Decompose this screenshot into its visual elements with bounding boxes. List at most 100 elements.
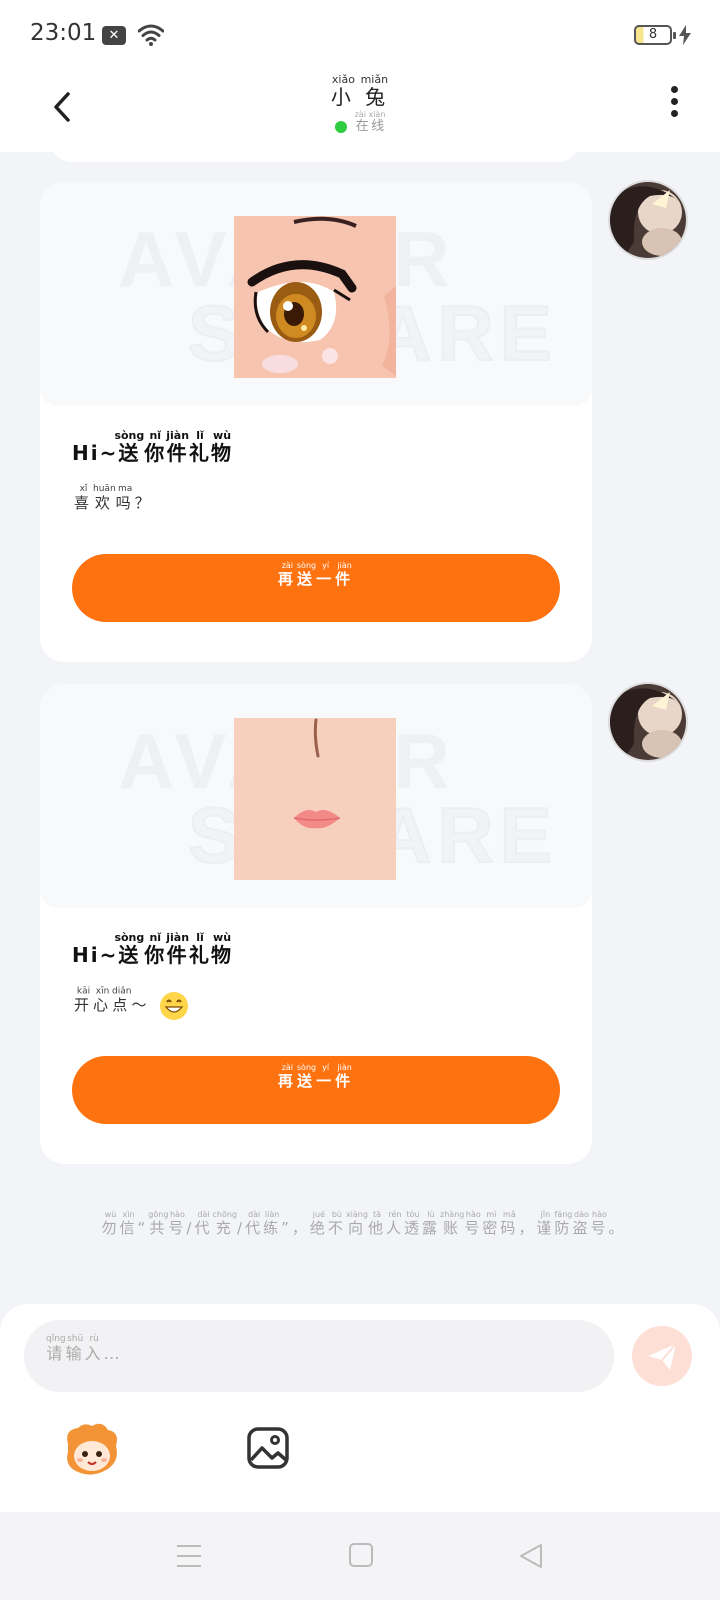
send-again-button[interactable]: 再zài送sòng一yí件jiàn (72, 1056, 560, 1124)
pinyin: jiàn (166, 429, 190, 442)
back-triangle-icon[interactable] (518, 1542, 544, 1570)
ruby-char: 一yí (316, 561, 336, 588)
pinyin: wù (211, 931, 234, 944)
ruby-char: 吗ma (115, 484, 135, 512)
ruby-char: 送sòng (114, 429, 145, 465)
pinyin: chōng (212, 1210, 238, 1219)
online-status: 在线zài xiàn (0, 110, 720, 134)
pinyin: xiàng (345, 1210, 368, 1219)
ruby-char: 你nǐ (144, 429, 167, 465)
send-again-label: 再zài送sòng一yí件jiàn (277, 1063, 354, 1090)
ruby-char: 物wù (211, 429, 234, 465)
message-input-placeholder: 请qǐng输shū入rù… (46, 1334, 123, 1363)
contact-name-pinyin: xiǎo miǎn (330, 73, 390, 86)
menu-icon[interactable] (176, 1544, 202, 1568)
ruby-char: ～ (131, 996, 151, 1014)
pinyin: jiàn (166, 931, 190, 944)
ruby-char: 信xìn (119, 1210, 138, 1237)
pinyin: diǎn (112, 986, 132, 996)
online-status-pinyin: zài xiàn (354, 110, 386, 119)
ruby-char: 代dài (194, 1210, 213, 1237)
ruby-char: ” (281, 1219, 292, 1237)
ruby-char: 。 (608, 1219, 627, 1237)
pinyin: nǐ (144, 931, 167, 944)
pinyin: zài (277, 1063, 297, 1072)
nose-mouth-sticker-image[interactable] (234, 718, 396, 880)
ruby-char: ， (518, 1219, 537, 1237)
pinyin: qǐng (46, 1334, 66, 1344)
gift-subtitle-text: 开kāi心xīn点diǎn～ (74, 986, 151, 1014)
pinyin: tòu (403, 1210, 422, 1219)
ruby-char: 入rù (84, 1334, 104, 1363)
pinyin: xìn (119, 1210, 138, 1219)
send-again-button[interactable]: 再zài送sòng一yí件jiàn (72, 554, 560, 622)
pinyin: gōng (148, 1210, 169, 1219)
pinyin: dào (572, 1210, 591, 1219)
pinyin: mǎ (500, 1210, 519, 1219)
home-square-icon[interactable] (348, 1542, 374, 1568)
ruby-char: 礼lǐ (189, 429, 212, 465)
pinyin: lù (422, 1210, 441, 1219)
paper-plane-icon (648, 1343, 677, 1370)
gift-subtitle-text: 喜xǐ欢huān吗ma？ (74, 484, 154, 512)
ruby-char: 号hào (464, 1210, 483, 1237)
pinyin: hào (464, 1210, 483, 1219)
contact-avatar[interactable] (608, 682, 688, 762)
pinyin: hào (168, 1210, 187, 1219)
chat-area[interactable]: AVATAR SQUARE Hi~送sòng你nǐ件jià (0, 152, 720, 1312)
pinyin: liàn (263, 1210, 282, 1219)
pinyin: mì (482, 1210, 501, 1219)
message-input[interactable]: 请qǐng输shū入rù… (24, 1320, 614, 1392)
contact-avatar[interactable] (608, 180, 688, 260)
pinyin: shū (65, 1334, 85, 1344)
pinyin: xīn (93, 986, 113, 996)
safety-notice-text: 勿wù信xìn“共gōng号hào/代dài充chōng/代dài练liàn”，… (101, 1210, 627, 1237)
pinyin: sòng (114, 429, 145, 442)
ruby-char: 欢huān (93, 484, 116, 512)
ruby-char: 请qǐng (46, 1334, 66, 1363)
pinyin: zhàng (440, 1210, 465, 1219)
status-time: 23:01 (30, 20, 97, 46)
image-icon[interactable] (246, 1426, 290, 1470)
pinyin: rén (385, 1210, 404, 1219)
ruby-char: 向xiàng (345, 1210, 368, 1237)
pinyin: wù (101, 1210, 120, 1219)
pinyin: fáng (554, 1210, 573, 1219)
ruby-char: 账zhàng (440, 1210, 465, 1237)
send-button[interactable] (632, 1326, 692, 1386)
bolt-icon (679, 25, 691, 45)
mascot-sticker-icon[interactable] (62, 1422, 120, 1478)
pinyin: kāi (74, 986, 94, 996)
ruby-char: 件jiàn (335, 561, 355, 588)
ruby-char: ， (291, 1219, 310, 1237)
ruby-char: 盗dào (572, 1210, 591, 1237)
pinyin: sòng (114, 931, 145, 944)
ruby-char: 再zài (277, 1063, 297, 1090)
ruby-char: 物wù (211, 931, 234, 967)
ruby-char: 件jiàn (166, 429, 190, 465)
pinyin: nǐ (144, 429, 167, 442)
ruby-char: 一yí (316, 1063, 336, 1090)
ruby-char: … (103, 1344, 123, 1363)
pinyin: bù (327, 1210, 346, 1219)
ruby-char: 透tòu (403, 1210, 422, 1237)
ruby-char: 送sòng (296, 1063, 317, 1090)
pinyin: hào (590, 1210, 609, 1219)
battery-icon: 8 (634, 25, 676, 45)
pinyin: yí (316, 1063, 336, 1072)
pinyin: sòng (296, 1063, 317, 1072)
contact-title: 小 兔xiǎo miǎn 在线zài xiàn (0, 73, 720, 134)
pinyin: lǐ (189, 931, 212, 944)
pinyin: dài (245, 1210, 264, 1219)
gift-title: Hi~送sòng你nǐ件jiàn礼lǐ物wù (72, 429, 234, 466)
ruby-char: 心xīn (93, 986, 113, 1014)
contact-name: 小 兔xiǎo miǎn (0, 73, 720, 110)
ruby-char: 号hào (590, 1210, 609, 1237)
safety-notice: 勿wù信xìn“共gōng号hào/代dài充chōng/代dài练liàn”，… (56, 1210, 672, 1241)
grin-emoji-icon (160, 991, 189, 1020)
ruby-char: 谨jǐn (536, 1210, 555, 1237)
ruby-char: 点diǎn (112, 986, 132, 1014)
eye-sticker-image[interactable] (234, 216, 396, 378)
more-options-icon[interactable] (664, 86, 684, 126)
status-bar: 23:01 ✕ 8 (0, 0, 720, 72)
